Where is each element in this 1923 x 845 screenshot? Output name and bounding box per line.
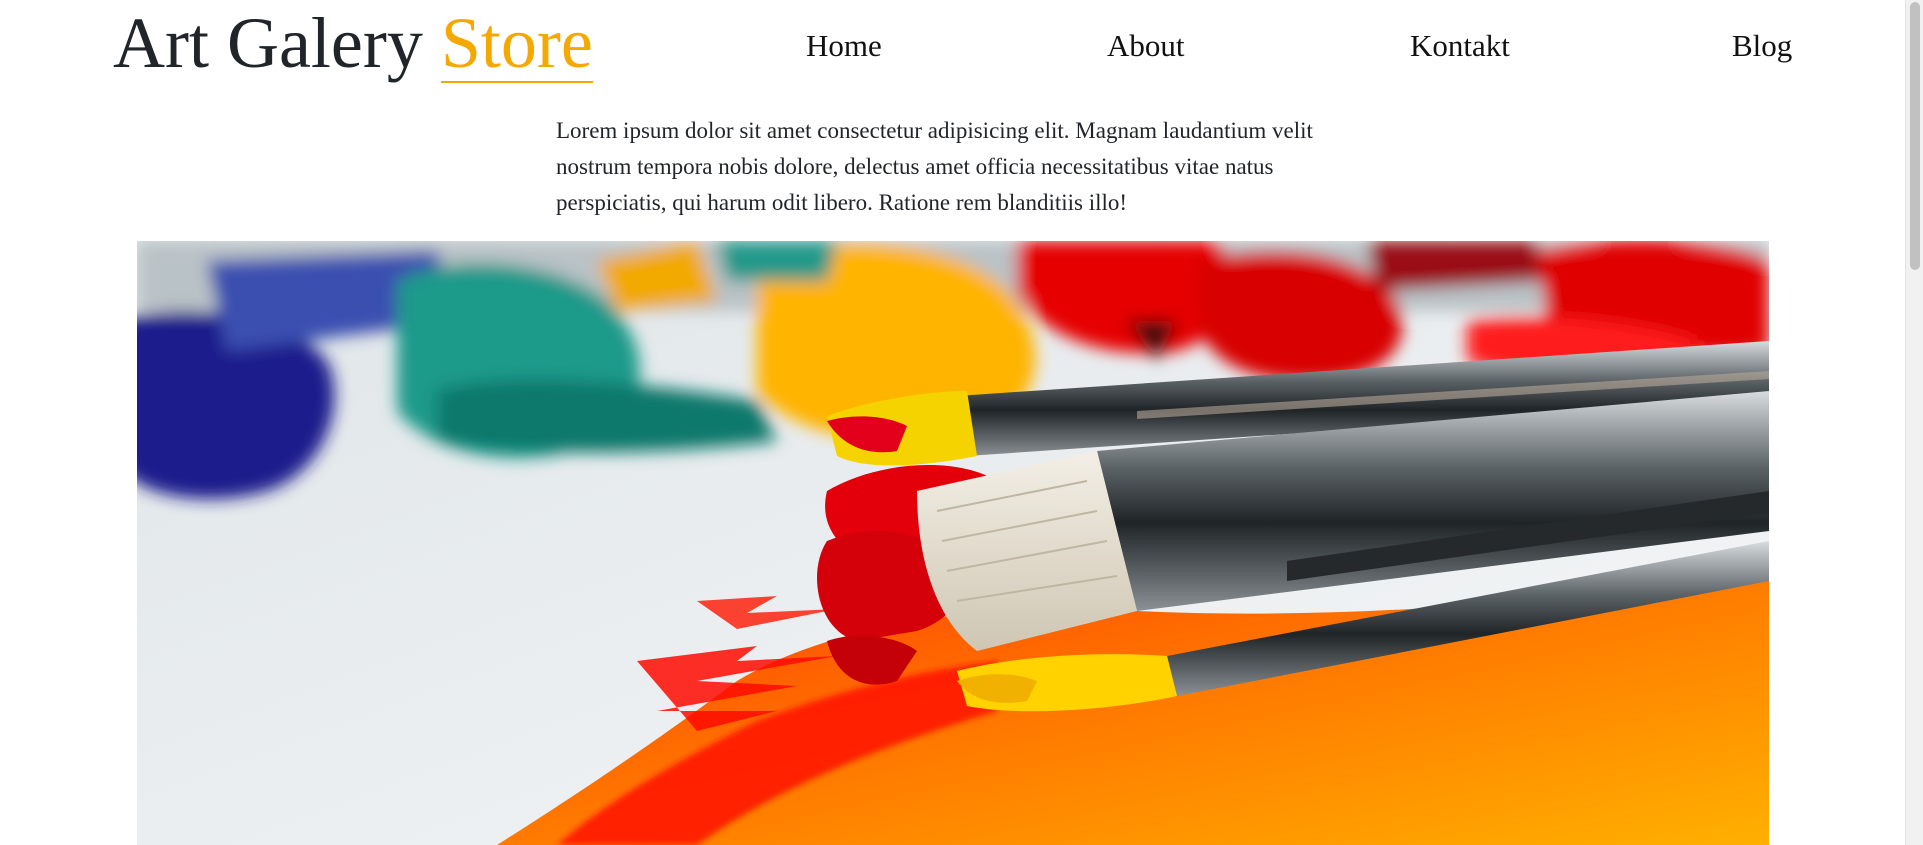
nav-link-kontakt[interactable]: Kontakt: [1410, 26, 1510, 66]
nav-link-blog[interactable]: Blog: [1732, 26, 1792, 66]
page: Art Galery Store Home About Kontakt Blog…: [0, 0, 1923, 845]
logo-main-text: Art Galery: [113, 3, 423, 83]
nav-link-about[interactable]: About: [1107, 26, 1185, 66]
site-logo[interactable]: Art Galery Store: [113, 0, 593, 86]
scrollbar-thumb[interactable]: [1910, 2, 1920, 270]
logo-accent-text: Store: [440, 3, 593, 83]
hero-image: [137, 241, 1769, 845]
page-scrollbar[interactable]: [1905, 0, 1923, 845]
nav-link-home[interactable]: Home: [806, 26, 882, 66]
intro-text: Lorem ipsum dolor sit amet consectetur a…: [556, 118, 1313, 215]
